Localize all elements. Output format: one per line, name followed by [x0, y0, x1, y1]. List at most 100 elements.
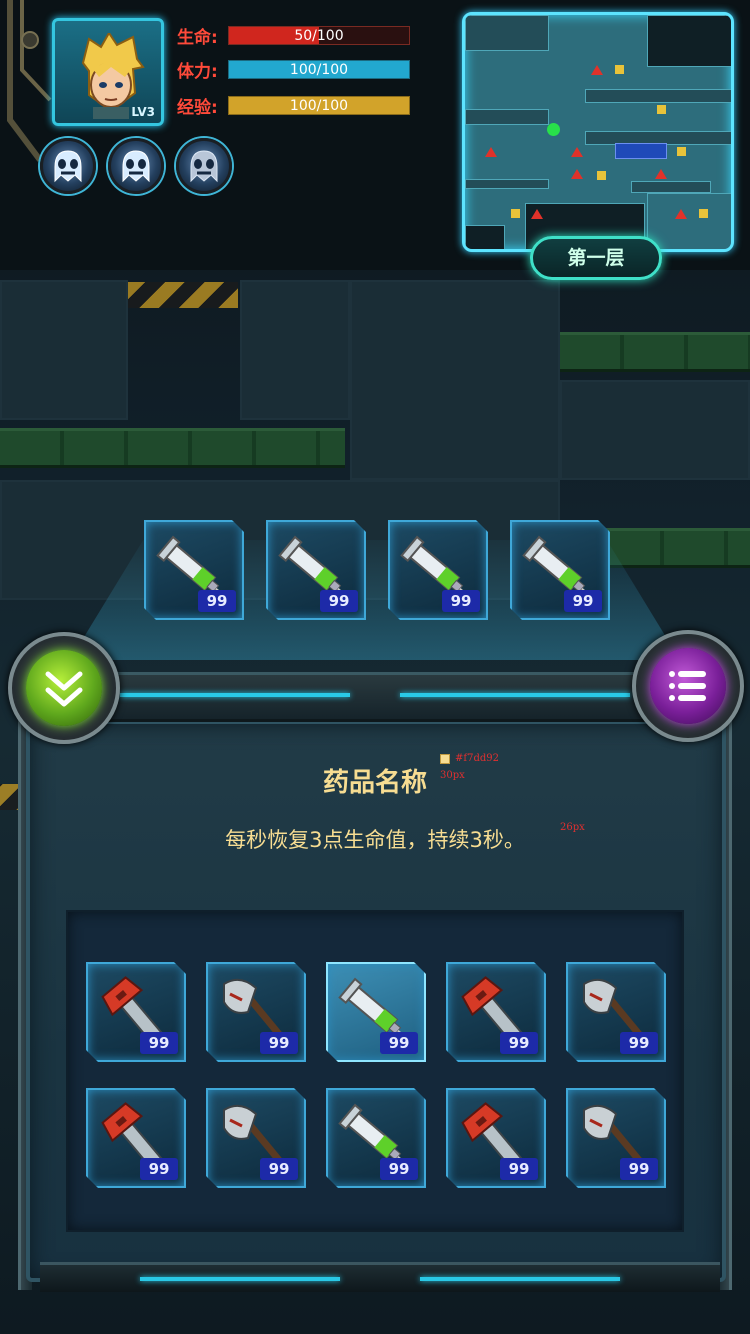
stamina-label: 体力: — [177, 62, 218, 82]
enemy-marker — [571, 147, 583, 157]
inventory-slot[interactable]: 99 — [446, 1088, 546, 1188]
green-rail — [560, 332, 750, 372]
stamina-bar: 100/100 — [228, 60, 410, 79]
item-marker — [657, 105, 666, 114]
panel-bottom-bar — [40, 1262, 720, 1292]
item-count: 99 — [198, 590, 236, 612]
item-description: 每秒恢复3点生命值，持续3秒。 — [225, 828, 525, 852]
item-marker — [597, 171, 606, 180]
panel-light-strip — [420, 1277, 620, 1281]
item-count: 99 — [260, 1032, 298, 1054]
minimap[interactable] — [462, 12, 734, 252]
minimap-room — [465, 225, 505, 249]
item-marker — [615, 65, 624, 74]
health-label: 生命: — [177, 28, 218, 48]
item-marker — [677, 147, 686, 156]
stamina-value: 100/100 — [289, 62, 349, 78]
hud-ornament-icon — [7, 0, 52, 162]
inventory-slot[interactable]: 99 — [566, 962, 666, 1062]
ghost-skull-icon — [190, 150, 218, 183]
chevron-double-down-icon — [45, 671, 83, 707]
ghost-skull-icon — [54, 150, 82, 183]
minimap-room — [585, 89, 731, 103]
annotation-title-size: 30px — [440, 770, 465, 781]
minimap-room — [631, 181, 711, 193]
menu-button[interactable] — [632, 630, 744, 742]
inventory-slot[interactable]: 99 — [566, 1088, 666, 1188]
quick-slot-3[interactable]: 99 — [388, 520, 488, 620]
skill-slot-3[interactable] — [176, 138, 232, 194]
collapse-panel-button[interactable] — [8, 632, 120, 744]
inventory-slot[interactable]: 99 — [206, 962, 306, 1062]
enemy-marker — [485, 147, 497, 157]
experience-value: 100/100 — [289, 98, 349, 114]
panel-light-strip — [120, 693, 350, 697]
annotation-color: #f7dd92 — [455, 753, 499, 764]
item-count: 99 — [442, 590, 480, 612]
minimap-room — [615, 143, 667, 159]
skill-slot-1[interactable] — [40, 138, 96, 194]
minimap-room — [647, 15, 731, 67]
experience-stat: 经验: 100/100 — [177, 94, 417, 118]
enemy-marker — [531, 209, 543, 219]
inventory-slot[interactable]: 99 — [446, 962, 546, 1062]
list-menu-icon — [669, 671, 706, 701]
item-count: 99 — [140, 1032, 178, 1054]
green-rail — [600, 528, 750, 568]
quick-slot-1[interactable]: 99 — [144, 520, 244, 620]
floor-tile — [0, 280, 128, 420]
ghost-skull-icon — [122, 150, 150, 183]
floor-indicator: 第一层 — [530, 236, 662, 280]
panel-top-bar — [20, 672, 730, 722]
minimap-room — [465, 179, 549, 189]
item-marker — [511, 209, 520, 218]
item-count: 99 — [320, 590, 358, 612]
floor-tile — [560, 380, 750, 480]
annotation-color-swatch — [440, 754, 450, 764]
item-count: 99 — [380, 1032, 418, 1054]
inventory-slot[interactable]: 99 — [86, 962, 186, 1062]
menu-button-face — [650, 648, 726, 724]
stamina-stat: 体力: 100/100 — [177, 58, 417, 82]
skill-slot-2[interactable] — [108, 138, 164, 194]
enemy-marker — [675, 209, 687, 219]
player-location-marker — [547, 123, 560, 136]
health-bar: 50/100 — [228, 26, 410, 45]
item-count: 99 — [260, 1158, 298, 1180]
minimap-room — [465, 15, 549, 51]
annotation-desc-size: 26px — [560, 822, 585, 833]
inventory-slot-selected[interactable]: 99 — [326, 962, 426, 1062]
experience-bar: 100/100 — [228, 96, 410, 115]
item-count: 99 — [564, 590, 602, 612]
item-count: 99 — [500, 1158, 538, 1180]
item-name-title: 药品名称 — [322, 768, 427, 798]
quick-slot-4[interactable]: 99 — [510, 520, 610, 620]
minimap-room — [647, 193, 731, 249]
health-stat: 生命: 50/100 — [177, 24, 417, 48]
inventory-slot[interactable]: 99 — [206, 1088, 306, 1188]
floor-tile — [350, 280, 560, 480]
floor-tile — [240, 280, 350, 420]
avatar[interactable]: LV3 — [52, 18, 164, 126]
hazard-stripe — [128, 282, 238, 308]
item-count: 99 — [380, 1158, 418, 1180]
health-value: 50/100 — [294, 28, 344, 44]
inventory-slot[interactable]: 99 — [86, 1088, 186, 1188]
quick-slot-2[interactable]: 99 — [266, 520, 366, 620]
enemy-marker — [571, 169, 583, 179]
green-rail — [0, 428, 345, 468]
collapse-button-face — [26, 650, 102, 726]
item-count: 99 — [620, 1158, 658, 1180]
inventory-slot[interactable]: 99 — [326, 1088, 426, 1188]
item-count: 99 — [140, 1158, 178, 1180]
enemy-marker — [591, 65, 603, 75]
experience-label: 经验: — [177, 98, 218, 118]
level-badge: LV3 — [131, 105, 155, 119]
item-count: 99 — [620, 1032, 658, 1054]
panel-light-strip — [400, 693, 630, 697]
floor-label: 第一层 — [567, 247, 625, 269]
item-count: 99 — [500, 1032, 538, 1054]
item-marker — [699, 209, 708, 218]
panel-light-strip — [140, 1277, 340, 1281]
enemy-marker — [655, 169, 667, 179]
